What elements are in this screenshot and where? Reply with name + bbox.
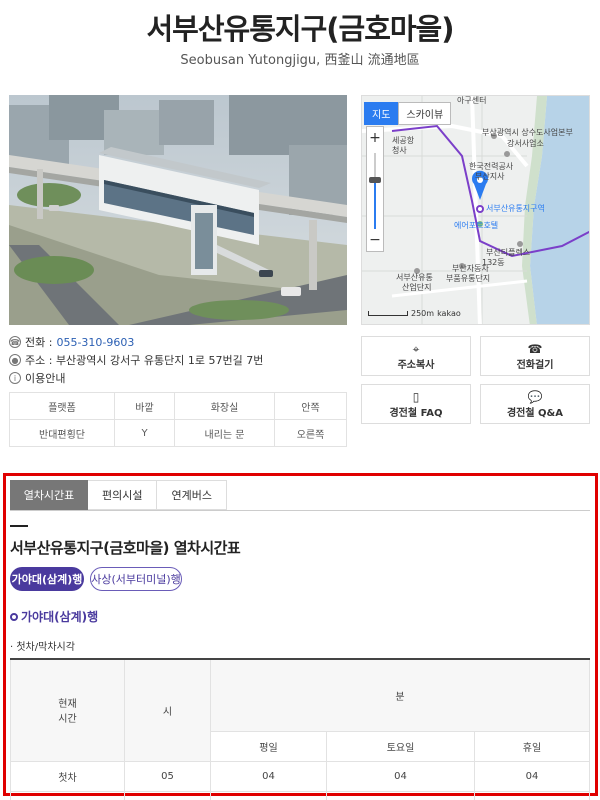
map-label: 강서사업소 — [507, 139, 544, 148]
location-icon: ● — [9, 354, 21, 366]
map-label: 청사 — [392, 146, 407, 155]
tab-bar: 열차시간표 편의시설 연계버스 — [10, 480, 227, 510]
map-label: 부산광역시 상수도사업본부 — [482, 128, 573, 137]
tab-connecting-bus[interactable]: 연계버스 — [157, 480, 227, 510]
facility-table: 플랫폼 바깥 화장실 안쪽 반대편횡단 Y 내리는 문 오른쪽 — [9, 392, 347, 447]
table-cell: 반대편횡단 — [9, 419, 115, 447]
map-label-station: 서부산유통지구역 — [486, 204, 545, 213]
header-time: 시간 — [58, 714, 77, 726]
station-info: ☎ 전화 : 055-310-9603 ● 주소 : 부산광역시 강서구 유통단… — [9, 333, 347, 387]
header-now-time: 현재 시간 — [10, 658, 125, 762]
faq-button[interactable]: ▯ 경전철 FAQ — [361, 384, 471, 424]
minute-cell: 04 — [474, 760, 590, 792]
faq-label: 경전철 FAQ — [389, 407, 443, 419]
circle-icon — [10, 612, 18, 621]
phone-row: ☎ 전화 : 055-310-9603 — [9, 333, 347, 351]
table-row: 플랫폼 바깥 화장실 안쪽 — [9, 392, 347, 420]
call-label: 전화걸기 — [516, 359, 554, 371]
minute-cell: 04 — [210, 760, 327, 792]
table-cell: 안쪽 — [274, 392, 347, 420]
header-hour: 시 — [124, 658, 211, 762]
hour-cell: 23 — [124, 790, 211, 800]
direction-button-sasang[interactable]: 사상(서부터미널)행 — [90, 567, 182, 591]
table-cell: 화장실 — [174, 392, 275, 420]
zoom-in-button[interactable]: + — [367, 129, 383, 147]
table-cell: 내리는 문 — [174, 419, 275, 447]
table-row: 반대편횡단 Y 내리는 문 오른쪽 — [9, 419, 347, 447]
minute-cell: 45 — [326, 790, 475, 800]
scale-bar — [368, 311, 408, 316]
station-map[interactable]: 지도 스카이뷰 + − 아구센터 부산광역시 상수도사업본부 강서사업소 한국전… — [361, 95, 590, 325]
table-row: 막차 23 45 45 45 — [10, 790, 590, 800]
phone-link[interactable]: 055-310-9603 — [56, 336, 134, 349]
map-label: 서부산유통 — [396, 273, 433, 282]
map-label: 부품유통단지 — [446, 274, 491, 283]
table-cell: 오른쪽 — [274, 419, 347, 447]
qna-button[interactable]: 💬 경전철 Q&A — [480, 384, 590, 424]
header-minute: 분 — [210, 658, 590, 732]
phone-icon: ☎ — [9, 336, 21, 348]
first-last-label: · 첫차/막차시각 — [10, 642, 75, 653]
guide-text: 이용안내 — [25, 372, 66, 385]
timetable-table: 현재 시간 시 분 평일 토요일 휴일 첫차 05 04 04 04 막차 23… — [10, 658, 590, 800]
quick-buttons: ⌖ 주소복사 ☎ 전화걸기 ▯ 경전철 FAQ 💬 경전철 Q&A — [361, 336, 590, 424]
map-tab-map[interactable]: 지도 — [364, 102, 399, 125]
header-holiday: 휴일 — [474, 730, 590, 762]
map-scale: 250m kakao — [368, 309, 461, 318]
map-label: 아구센터 — [457, 96, 487, 105]
address-text: 주소 : 부산광역시 강서구 유통단지 1로 57번길 7번 — [25, 354, 264, 367]
map-label: 산업단지 — [402, 283, 432, 292]
zoom-slider-handle[interactable] — [369, 177, 381, 183]
row-label: 첫차 — [10, 760, 125, 792]
zoom-out-button[interactable]: − — [367, 231, 383, 249]
page-title: 서부산유통지구(금호마을) — [146, 12, 455, 46]
header-weekday: 평일 — [210, 730, 327, 762]
header-saturday: 토요일 — [326, 730, 475, 762]
hour-cell: 05 — [124, 760, 211, 792]
table-cell: 플랫폼 — [9, 392, 115, 420]
direction-button-gaya[interactable]: 가야대(삼계)행 — [10, 567, 84, 591]
scale-text: 250m — [411, 309, 435, 318]
section-bar — [10, 525, 28, 527]
table-cell: Y — [114, 419, 175, 447]
chat-icon: 💬 — [527, 389, 543, 404]
table-row: 첫차 05 04 04 04 — [10, 760, 590, 792]
map-label: 부산지사 — [475, 172, 505, 181]
tab-divider — [10, 510, 590, 511]
pin-icon: ⌖ — [412, 341, 420, 356]
info-icon: i — [9, 372, 21, 384]
zoom-control[interactable]: + − — [366, 126, 384, 252]
minute-cell: 04 — [326, 760, 475, 792]
map-label: 부산티플렉스 — [486, 248, 531, 257]
map-label: 세공항 — [392, 136, 415, 145]
direction-heading-text: 가야대(삼계)행 — [21, 610, 99, 624]
zoom-level-fill — [374, 181, 376, 229]
copy-address-button[interactable]: ⌖ 주소복사 — [361, 336, 471, 376]
copy-address-label: 주소복사 — [397, 359, 435, 371]
tab-facilities[interactable]: 편의시설 — [88, 480, 158, 510]
minute-cell: 45 — [474, 790, 590, 800]
kakao-logo: kakao — [437, 309, 461, 318]
map-label: 부산자동차 — [452, 264, 489, 273]
qna-label: 경전철 Q&A — [506, 407, 564, 419]
tab-timetable[interactable]: 열차시간표 — [10, 480, 88, 510]
table-cell: 바깥 — [114, 392, 175, 420]
map-label: 한국전력공사 — [469, 162, 514, 171]
row-label: 막차 — [10, 790, 125, 800]
map-label: 에어포트호텔 — [454, 221, 499, 230]
station-photo — [9, 95, 347, 325]
phone-icon: ☎ — [527, 341, 543, 356]
book-icon: ▯ — [412, 389, 420, 404]
map-tab-skyview[interactable]: 스카이뷰 — [398, 102, 452, 125]
table-header-row: 현재 시간 시 분 — [10, 658, 590, 762]
header-now: 현재 — [58, 699, 77, 711]
page-subtitle: Seobusan Yutongjigu, 西釜山 流通地區 — [180, 53, 420, 68]
minute-cell: 45 — [210, 790, 327, 800]
guide-row: i 이용안내 — [9, 369, 347, 387]
call-button[interactable]: ☎ 전화걸기 — [480, 336, 590, 376]
timetable-title: 서부산유통지구(금호마을) 열차시간표 — [10, 539, 241, 557]
direction-heading: 가야대(삼계)행 — [10, 608, 98, 625]
address-row: ● 주소 : 부산광역시 강서구 유통단지 1로 57번길 7번 — [9, 351, 347, 369]
phone-label: 전화 : — [25, 336, 53, 349]
